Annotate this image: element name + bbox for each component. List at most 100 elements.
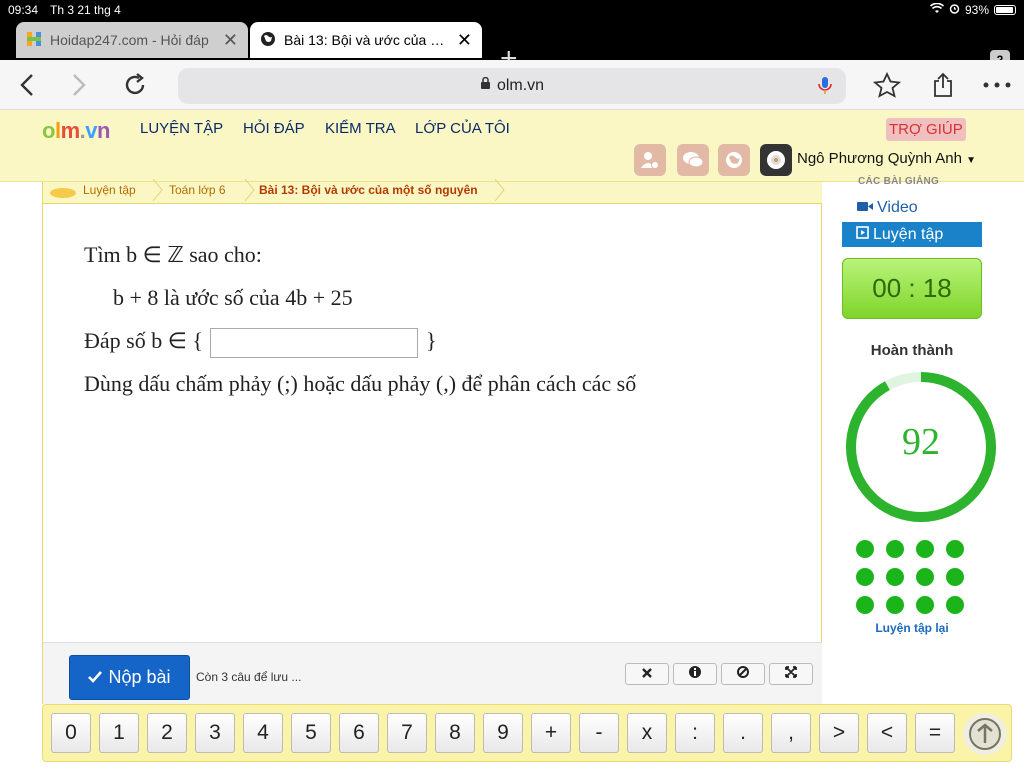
exercise-panel: Luyện tập Toán lớp 6 Bài 13: Bội và ước … [42,179,823,704]
tab-bar: Hoidap247.com - Hỏi đáp ✕ Bài 13: Bội và… [0,20,1024,74]
answer-suffix: } [425,328,437,353]
user-menu[interactable]: Ngô Phương Quỳnh Anh ▼ [797,150,976,167]
avatar[interactable] [760,144,792,176]
sidebar-item-video[interactable]: Video [857,199,918,217]
tab-hoidap247[interactable]: Hoidap247.com - Hỏi đáp ✕ [16,22,248,58]
lessons-section-label: CÁC BÀI GIẢNG [858,176,940,187]
score-value: 92 [902,421,940,463]
address-bar[interactable]: olm.vn [178,68,846,104]
breadcrumb-label: Toán lớp 6 [169,183,226,197]
status-bar: 09:34 Th 3 21 thg 4 93% [0,0,1024,20]
forward-icon[interactable] [64,70,94,100]
battery-level [996,7,1013,13]
keypad-key[interactable]: x [627,713,667,753]
sidebar-item-label: Luyện tập [873,225,944,243]
info-icon [689,665,701,683]
more-options-icon[interactable] [982,70,1012,100]
nav-test[interactable]: KIỂM TRA [325,120,396,137]
help-button[interactable]: TRỢ GIÚP [886,118,966,141]
expand-icon [785,665,797,683]
alarm-icon [949,3,960,17]
remaining-questions-text: Còn 3 câu để lưu ... [196,670,302,684]
breadcrumb-item-grade6[interactable]: Toán lớp 6 [155,179,255,201]
sidebar-item-practice[interactable]: Luyện tập [842,222,982,247]
result-dot [886,568,904,586]
exercise-condition: b + 8 là ước số của 4b + 25 [113,285,353,310]
keypad-key[interactable]: . [723,713,763,753]
close-icon [642,665,652,683]
skip-button[interactable] [721,663,765,685]
keypad-key[interactable]: + [531,713,571,753]
back-icon[interactable] [12,70,42,100]
result-dot [916,540,934,558]
exercise-content: Tìm b ∈ ℤ sao cho: b + 8 là ước số của 4… [84,240,636,412]
tab-title: Bài 13: Bội và ước của một [284,32,449,48]
keypad-key[interactable]: 9 [483,713,523,753]
nav-practice[interactable]: LUYỆN TẬP [140,120,223,137]
keypad-key[interactable]: 5 [291,713,331,753]
reload-icon[interactable] [120,70,150,100]
keypad-key[interactable]: , [771,713,811,753]
breadcrumb-label: Bài 13: Bội và ước của một số nguyên [259,183,478,197]
breadcrumb-item-practice[interactable]: Luyện tập [43,179,163,201]
ban-icon [737,665,749,683]
bookmark-star-icon[interactable] [872,70,902,100]
keypad-key[interactable]: 3 [195,713,235,753]
keypad-key[interactable]: < [867,713,907,753]
retry-link[interactable]: Luyện tập lại [822,621,1002,635]
answer-prefix: Đáp số b ∈ { [84,328,203,353]
keypad-key[interactable]: 2 [147,713,187,753]
nav-my-class[interactable]: LỚP CỦA TÔI [415,120,510,137]
submit-button[interactable]: Nộp bài [69,655,190,700]
result-dot [856,596,874,614]
keypad-key[interactable]: 6 [339,713,379,753]
math-keypad: 0 1 2 3 4 5 6 7 8 9 + - x:., > < = [42,704,1012,762]
delete-button[interactable] [625,663,669,685]
keypad-key[interactable]: = [915,713,955,753]
close-tab-icon[interactable]: ✕ [457,31,472,49]
result-dots [856,540,980,614]
messages-icon[interactable] [677,144,709,176]
tab-olm-lesson[interactable]: Bài 13: Bội và ước của một ✕ [250,22,482,58]
battery-icon [994,5,1016,15]
keypad-key[interactable]: 1 [99,713,139,753]
exercise-instruction: Dùng dấu chấm phảy (;) hoặc dấu phảy (,)… [84,371,637,396]
add-friend-icon[interactable] [634,144,666,176]
keypad-key[interactable]: > [819,713,859,753]
browser-toolbar: olm.vn [0,60,1024,110]
info-button[interactable] [673,663,717,685]
logo-letter: o [42,118,55,143]
breadcrumb-separator-icon [495,179,505,201]
countdown-timer: 00 : 18 [842,258,982,319]
result-dot [946,540,964,558]
olm-logo[interactable]: olm.vn [42,118,110,144]
breadcrumb: Luyện tập Toán lớp 6 Bài 13: Bội và ước … [43,179,823,204]
logo-letter: n [97,118,110,143]
status-time: 09:34 [8,3,39,17]
keypad-key[interactable]: : [675,713,715,753]
wifi-icon [929,2,945,17]
status-date: Th 3 21 thg 4 [50,3,121,17]
share-icon[interactable] [928,70,958,100]
fullscreen-button[interactable] [769,663,813,685]
keypad-key[interactable]: - [579,713,619,753]
result-dot [946,596,964,614]
keyboard-hide-icon[interactable] [963,713,1007,755]
answer-input[interactable] [210,327,419,358]
sidebar-item-label: Video [877,199,918,216]
tab-title: Hoidap247.com - Hỏi đáp [50,32,209,48]
globe-notifications-icon[interactable] [718,144,750,176]
keypad-key[interactable]: 8 [435,713,475,753]
keypad-key[interactable]: 7 [387,713,427,753]
logo-letter: v [85,118,98,143]
close-tab-icon[interactable]: ✕ [223,31,238,49]
nav-qa[interactable]: HỎI ĐÁP [243,120,305,137]
result-dot [886,540,904,558]
microphone-icon[interactable] [818,76,832,101]
logo-letter: m [60,118,81,143]
lock-icon [480,76,491,95]
progress-label: Hoàn thành [870,342,954,359]
keypad-key[interactable]: 0 [51,713,91,753]
play-square-icon [856,225,869,244]
keypad-key[interactable]: 4 [243,713,283,753]
